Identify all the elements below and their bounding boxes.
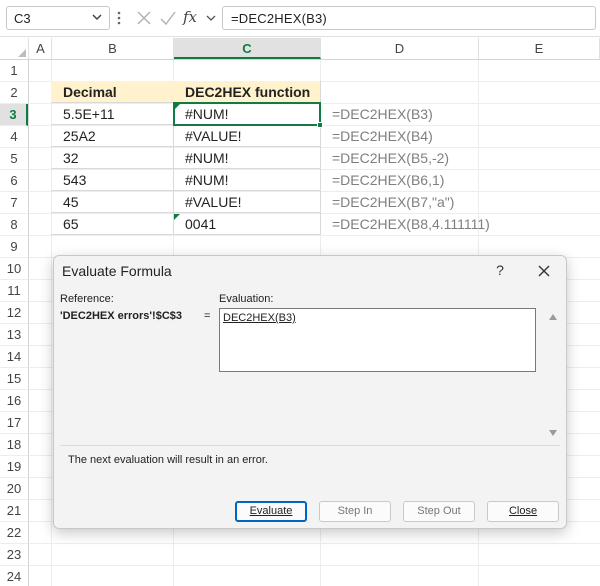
evaluation-label: Evaluation: (219, 293, 274, 305)
cell-d3[interactable]: =DEC2HEX(B3) (320, 103, 600, 125)
cell-b7[interactable]: 45 (51, 191, 174, 213)
dialog-title: Evaluate Formula (62, 263, 172, 279)
row-header[interactable]: 3 (0, 104, 28, 126)
column-header-b[interactable]: B (52, 38, 174, 59)
fill-handle[interactable] (317, 122, 323, 128)
table-header-dec2hex[interactable]: DEC2HEX function (173, 81, 321, 103)
row-header[interactable]: 14 (0, 346, 28, 368)
cell-d7[interactable]: =DEC2HEX(B7,"a") (320, 191, 600, 213)
row-header[interactable]: 6 (0, 170, 28, 192)
column-headers: A B C D E (0, 38, 600, 60)
row-header[interactable]: 22 (0, 522, 28, 544)
row-header[interactable]: 20 (0, 478, 28, 500)
row-header[interactable]: 7 (0, 192, 28, 214)
row-header[interactable]: 4 (0, 126, 28, 148)
table-header-decimal[interactable]: Decimal (51, 81, 174, 103)
close-icon[interactable] (536, 263, 552, 279)
row-header[interactable]: 5 (0, 148, 28, 170)
active-cell-outline (173, 102, 323, 128)
divider (60, 445, 560, 446)
cell-d4[interactable]: =DEC2HEX(B4) (320, 125, 600, 147)
evaluate-button-label: Evaluate (249, 505, 293, 517)
reference-label: Reference: (60, 293, 114, 305)
column-header-e[interactable]: E (479, 38, 600, 59)
row-header[interactable]: 23 (0, 544, 28, 566)
select-all-button[interactable] (0, 38, 29, 59)
cell-b6[interactable]: 543 (51, 169, 174, 191)
cell-c8[interactable]: 0041 (173, 213, 321, 235)
row-header[interactable]: 1 (0, 60, 28, 82)
row-header[interactable]: 15 (0, 368, 28, 390)
error-indicator-icon (174, 214, 180, 220)
row-header[interactable]: 8 (0, 214, 28, 236)
status-message: The next evaluation will result in an er… (68, 454, 268, 466)
equals-sign: = (204, 310, 211, 322)
cell-c6[interactable]: #NUM! (173, 169, 321, 191)
evaluation-text: DEC2HEX(B3) (223, 312, 296, 324)
step-out-button[interactable]: Step Out (403, 501, 475, 522)
formula-input[interactable]: =DEC2HEX(B3) (222, 6, 596, 30)
cell-d5[interactable]: =DEC2HEX(B5,-2) (320, 147, 600, 169)
cell-c4[interactable]: #VALUE! (173, 125, 321, 147)
row-header[interactable]: 24 (0, 566, 28, 586)
cell-b5[interactable]: 32 (51, 147, 174, 169)
cell-b3[interactable]: 5.5E+11 (51, 103, 174, 125)
close-button-label: Close (508, 505, 538, 517)
scroll-up-icon[interactable] (549, 314, 557, 320)
evaluate-formula-dialog: Evaluate Formula ? Reference: 'DEC2HEX e… (53, 255, 567, 529)
step-in-button[interactable]: Step In (319, 501, 391, 522)
enter-check-icon[interactable] (158, 8, 178, 28)
row-header[interactable]: 19 (0, 456, 28, 478)
cell-d8[interactable]: =DEC2HEX(B8,4.111111) (320, 213, 600, 235)
row-header[interactable]: 13 (0, 324, 28, 346)
chevron-down-icon[interactable] (91, 11, 103, 23)
column-header-a[interactable]: A (30, 38, 52, 59)
row-header[interactable]: 11 (0, 280, 28, 302)
row-headers: 1 2 3 4 5 6 7 8 9 10 11 12 13 14 15 16 1… (0, 60, 29, 586)
row-header[interactable]: 16 (0, 390, 28, 412)
row-header[interactable]: 17 (0, 412, 28, 434)
cell-c7[interactable]: #VALUE! (173, 191, 321, 213)
cell-b8[interactable]: 65 (51, 213, 174, 235)
row-header[interactable]: 18 (0, 434, 28, 456)
row-header[interactable]: 12 (0, 302, 28, 324)
chevron-down-icon[interactable] (206, 13, 216, 23)
cell-c5[interactable]: #NUM! (173, 147, 321, 169)
column-header-c[interactable]: C (174, 38, 321, 59)
name-box[interactable]: C3 (6, 6, 110, 30)
insert-function-button[interactable]: fx (183, 8, 203, 28)
reference-value: 'DEC2HEX errors'!$C$3 (60, 310, 183, 322)
name-box-value: C3 (14, 11, 31, 26)
cancel-icon[interactable] (134, 8, 154, 28)
row-header[interactable]: 9 (0, 236, 28, 258)
row-header[interactable]: 10 (0, 258, 28, 280)
more-options-icon[interactable] (116, 10, 122, 26)
help-button[interactable]: ? (493, 262, 507, 278)
evaluation-box[interactable]: DEC2HEX(B3) (219, 308, 536, 372)
formula-bar: C3 fx =DEC2HEX(B3) (0, 0, 600, 37)
column-header-d[interactable]: D (321, 38, 479, 59)
scroll-down-icon[interactable] (549, 430, 557, 436)
row-header[interactable]: 2 (0, 82, 28, 104)
cell-d6[interactable]: =DEC2HEX(B6,1) (320, 169, 600, 191)
evaluate-button[interactable]: Evaluate (235, 501, 307, 522)
cell-b4[interactable]: 25A2 (51, 125, 174, 147)
formula-text: =DEC2HEX(B3) (231, 11, 327, 26)
close-button[interactable]: Close (487, 501, 559, 522)
row-header[interactable]: 21 (0, 500, 28, 522)
